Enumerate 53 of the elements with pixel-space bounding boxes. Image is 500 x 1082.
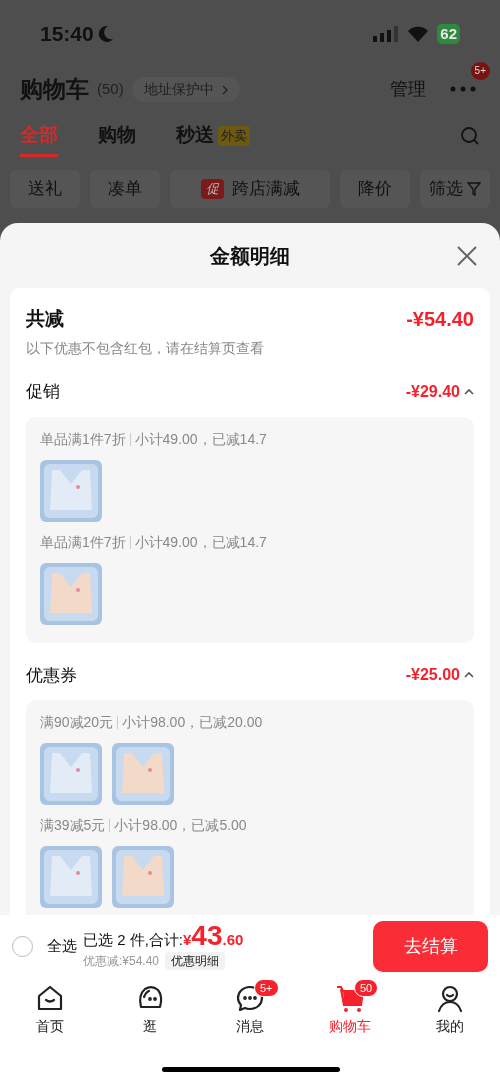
section-amount: -¥29.40	[405, 381, 460, 402]
manage-button[interactable]: 管理	[390, 75, 426, 103]
chevron-right-icon	[221, 84, 228, 95]
close-icon[interactable]	[456, 244, 478, 267]
filter-chip[interactable]: 凑单	[89, 170, 160, 208]
battery-level: 62	[437, 23, 460, 44]
home-icon	[35, 983, 65, 1013]
nav-badge: 50	[354, 979, 379, 997]
section-title: 促销	[26, 381, 60, 403]
filter-chip[interactable]: 筛选	[420, 170, 490, 208]
section-amount: -¥25.00	[405, 665, 460, 686]
status-time: 15:40	[40, 20, 94, 47]
total-label: 共减	[26, 306, 64, 331]
nav-item[interactable]: 我的	[400, 983, 500, 1037]
checkout-button[interactable]: 去结算	[373, 920, 488, 972]
discount-rule: 满39减5元	[40, 816, 106, 835]
total-amount: -¥54.40	[406, 307, 474, 332]
discount-detail: 小计49.00，已减14.7	[134, 532, 267, 552]
filter-chip[interactable]: 送礼	[10, 170, 80, 208]
discount-detail-button[interactable]: 优惠明细	[165, 952, 226, 970]
filter-icon	[467, 182, 482, 196]
page-title: 购物车	[20, 74, 89, 104]
tab-tag: 外卖	[218, 126, 250, 146]
discount-rule: 单品满1件7折	[40, 532, 126, 552]
discount-detail: 小计49.00，已减14.7	[134, 429, 267, 449]
discount-detail: 小计98.00，已减20.00	[122, 713, 263, 732]
signal-icon	[373, 25, 400, 42]
section-title: 优惠券	[26, 664, 77, 687]
discount-rule: 满90减20元	[40, 713, 114, 732]
select-all-checkbox[interactable]	[12, 935, 33, 957]
nav-badge: 5+	[254, 979, 279, 997]
total-note: 以下优惠不包含红包，请在结算页查看	[26, 339, 265, 358]
tab[interactable]: 全部	[20, 121, 58, 157]
wifi-icon	[407, 25, 430, 42]
person-icon	[435, 983, 465, 1013]
caret-up-icon[interactable]	[464, 387, 474, 396]
notification-badge: 5+	[470, 62, 490, 80]
total-price: ¥43.60	[183, 922, 244, 952]
caret-up-icon[interactable]	[464, 671, 474, 680]
selection-summary: 已选 2 件,合计:	[83, 930, 183, 950]
tab[interactable]: 秒送	[176, 121, 214, 157]
tab[interactable]: 购物	[98, 121, 136, 157]
select-all-label: 全选	[47, 935, 77, 956]
sheet-title: 金额明细	[210, 243, 290, 269]
nav-item[interactable]: 逛	[100, 983, 200, 1037]
filter-chip[interactable]: 促 跨店满减	[169, 170, 331, 208]
discount-summary: 优惠减:¥54.40	[83, 953, 160, 970]
moon-icon	[97, 24, 114, 43]
promo-badge: 促	[200, 179, 224, 199]
nav-item[interactable]: 首页	[0, 983, 100, 1037]
discount-rule: 单品满1件7折	[40, 429, 126, 449]
filter-chip[interactable]: 降价	[340, 170, 411, 208]
discount-detail: 小计98.00，已减5.00	[114, 816, 247, 835]
